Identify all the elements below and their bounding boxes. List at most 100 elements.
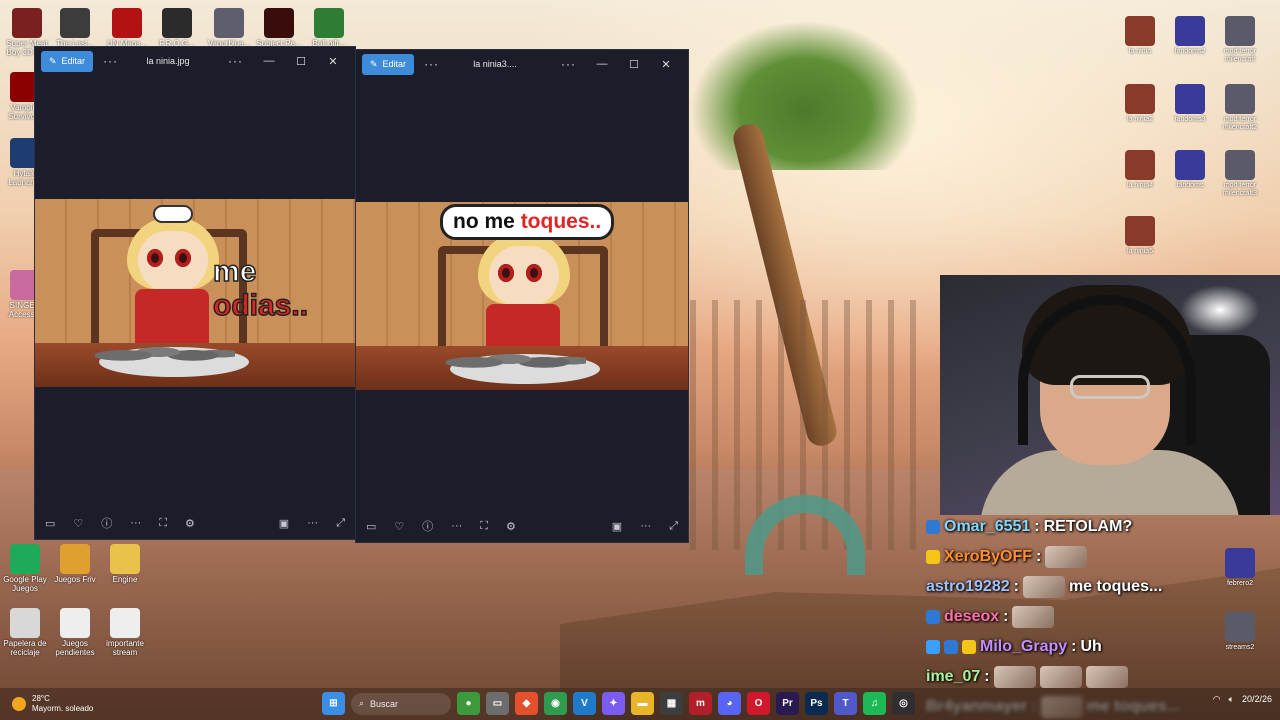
obs-icon[interactable]: ◎: [892, 692, 915, 715]
chat-username[interactable]: Milo_Grapy: [980, 638, 1067, 656]
adjust-icon[interactable]: ⚙: [506, 520, 516, 533]
chrome-icon[interactable]: ◉: [544, 692, 567, 715]
opera-icon[interactable]: O: [747, 692, 770, 715]
slideshow-icon[interactable]: ▣: [279, 517, 289, 530]
files-icon[interactable]: ▭: [486, 692, 509, 715]
cam-lamp: [1180, 285, 1260, 335]
bubble-dark-text: no me: [453, 210, 521, 233]
desktop-icon[interactable]: la ninia2: [1112, 84, 1168, 124]
minimize-button[interactable]: —: [253, 55, 285, 67]
favorite-icon[interactable]: ♡: [73, 517, 83, 530]
premiere-icon[interactable]: Pr: [776, 692, 799, 715]
photo-image: no me toques..: [356, 202, 688, 390]
desktop-icon[interactable]: UN Maps...: [102, 8, 152, 49]
wallet-icon[interactable]: ●: [457, 692, 480, 715]
desktop-icon[interactable]: mod terror milencraft2: [1212, 84, 1268, 131]
crop-icon[interactable]: ⛶: [480, 520, 488, 533]
bottom-more2-icon[interactable]: ···: [307, 517, 318, 529]
info-icon[interactable]: ⓘ: [101, 515, 112, 531]
chat-username[interactable]: XeroByOFF: [944, 548, 1032, 566]
desktop-icon[interactable]: Juegos pendientes: [50, 608, 100, 658]
desktop-icon[interactable]: Juegos Friv: [50, 544, 100, 585]
desktop-icon-label: mod terror milencraft3: [1222, 182, 1258, 197]
desktop-icon[interactable]: mod terror milencraft: [1212, 16, 1268, 63]
discord-icon[interactable]: ◕: [718, 692, 741, 715]
window-title: la ninia.jpg: [146, 56, 190, 66]
crop-icon[interactable]: ⛶: [159, 517, 167, 530]
title-more-icon[interactable]: ···: [228, 54, 243, 68]
chat-separator: :: [1003, 608, 1009, 625]
info-icon[interactable]: ⓘ: [422, 518, 433, 534]
more-options-icon[interactable]: ···: [424, 57, 439, 71]
volume-icon[interactable]: 🔈︎: [1229, 694, 1234, 705]
desktop-icon[interactable]: Ball gift...: [304, 8, 354, 49]
desktop-icon-image: [112, 8, 142, 38]
app-m-icon[interactable]: m: [689, 692, 712, 715]
favorite-icon[interactable]: ♡: [394, 520, 404, 533]
desktop-icon[interactable]: la ninia: [1112, 16, 1168, 56]
desktop-icon[interactable]: fandoms3: [1162, 84, 1218, 124]
close-button[interactable]: ✕: [317, 55, 349, 68]
fullscreen-icon[interactable]: ⤢: [336, 517, 345, 530]
desktop-icon-image: [10, 544, 40, 574]
teams-icon[interactable]: T: [834, 692, 857, 715]
wifi-icon[interactable]: ◠: [1213, 694, 1221, 705]
brave-icon[interactable]: ◆: [515, 692, 538, 715]
title-more-icon[interactable]: ···: [561, 57, 576, 71]
desktop-icon[interactable]: Engine: [100, 544, 150, 585]
weather-text: Mayorm. soleado: [32, 703, 94, 713]
desktop-icon[interactable]: mod terror milencraft3: [1212, 150, 1268, 197]
desktop-icon[interactable]: fandoms: [1162, 150, 1218, 190]
maximize-button[interactable]: ☐: [618, 58, 650, 71]
chat-message: astro19282: me toques...: [926, 572, 1226, 602]
chat-badge-icon: [926, 550, 940, 564]
desktop-icon[interactable]: Papelera de reciclaje: [0, 608, 50, 658]
edit-button[interactable]: ✎ Editar: [41, 50, 94, 72]
chat-username[interactable]: deseox: [944, 608, 999, 626]
bottom-more-icon[interactable]: ···: [130, 517, 141, 529]
chat-username[interactable]: Omar_6551: [944, 518, 1030, 536]
desktop-icon[interactable]: la ninia4: [1112, 150, 1168, 190]
desktop-icon[interactable]: importante stream: [100, 608, 150, 658]
more-options-icon[interactable]: ···: [103, 54, 118, 68]
taskbar-search[interactable]: ⌕ Buscar: [351, 692, 451, 715]
slideshow-icon[interactable]: ▣: [612, 520, 622, 533]
weather-temp: 28°C: [32, 694, 50, 703]
copilot-icon[interactable]: ✦: [602, 692, 625, 715]
edit-icon: ✎: [49, 55, 57, 66]
close-button[interactable]: ✕: [650, 58, 682, 71]
chat-username[interactable]: astro19282: [926, 578, 1010, 596]
desktop-icon-image: [1125, 16, 1155, 46]
adjust-icon[interactable]: ⚙: [185, 517, 195, 530]
weather-widget[interactable]: 28°C Mayorm. soleado: [12, 694, 93, 713]
minimize-button[interactable]: —: [586, 58, 618, 70]
desktop-icon-image: [1225, 16, 1255, 46]
taskbar: 28°C Mayorm. soleado ⊞ ⌕ Buscar ● ▭ ◆ ◉ V ✦ ▬ ▦ m ◕ O…: [0, 688, 1280, 720]
folder-icon[interactable]: ▬: [631, 692, 654, 715]
desktop-icon[interactable]: Google Play Juegos: [0, 544, 50, 594]
filmstrip-icon[interactable]: ▭: [45, 517, 55, 530]
desktop-icon[interactable]: Vaporblue...: [204, 8, 254, 49]
desktop-icon[interactable]: Subject Pe...: [254, 8, 304, 49]
edit-button[interactable]: ✎ Editar: [362, 53, 415, 75]
filmstrip-icon[interactable]: ▭: [366, 520, 376, 533]
start-icon[interactable]: ⊞: [322, 692, 345, 715]
desktop-icon[interactable]: F.R.O.G...: [152, 8, 202, 49]
spotify-icon[interactable]: ♫: [863, 692, 886, 715]
store-icon[interactable]: ▦: [660, 692, 683, 715]
vscode-icon[interactable]: V: [573, 692, 596, 715]
bottom-more-icon[interactable]: ···: [451, 520, 462, 532]
desktop-icon[interactable]: la ninia5: [1112, 216, 1168, 256]
edit-label: Editar: [61, 56, 86, 66]
fullscreen-icon[interactable]: ⤢: [669, 520, 678, 533]
desktop-icon[interactable]: fandoms2: [1162, 16, 1218, 56]
photoshop-icon[interactable]: Ps: [805, 692, 828, 715]
bottom-more2-icon[interactable]: ···: [640, 520, 651, 532]
desktop-icon[interactable]: The Last...: [50, 8, 100, 49]
desktop-icon-label: Google Play Juegos: [3, 575, 47, 593]
desktop-icon-label: Juegos Friv: [54, 575, 96, 584]
chat-text: me toques...: [1068, 578, 1163, 595]
taskbar-date[interactable]: 20/2/26: [1242, 694, 1272, 705]
maximize-button[interactable]: ☐: [285, 55, 317, 68]
chat-username[interactable]: ime_07: [926, 668, 980, 686]
